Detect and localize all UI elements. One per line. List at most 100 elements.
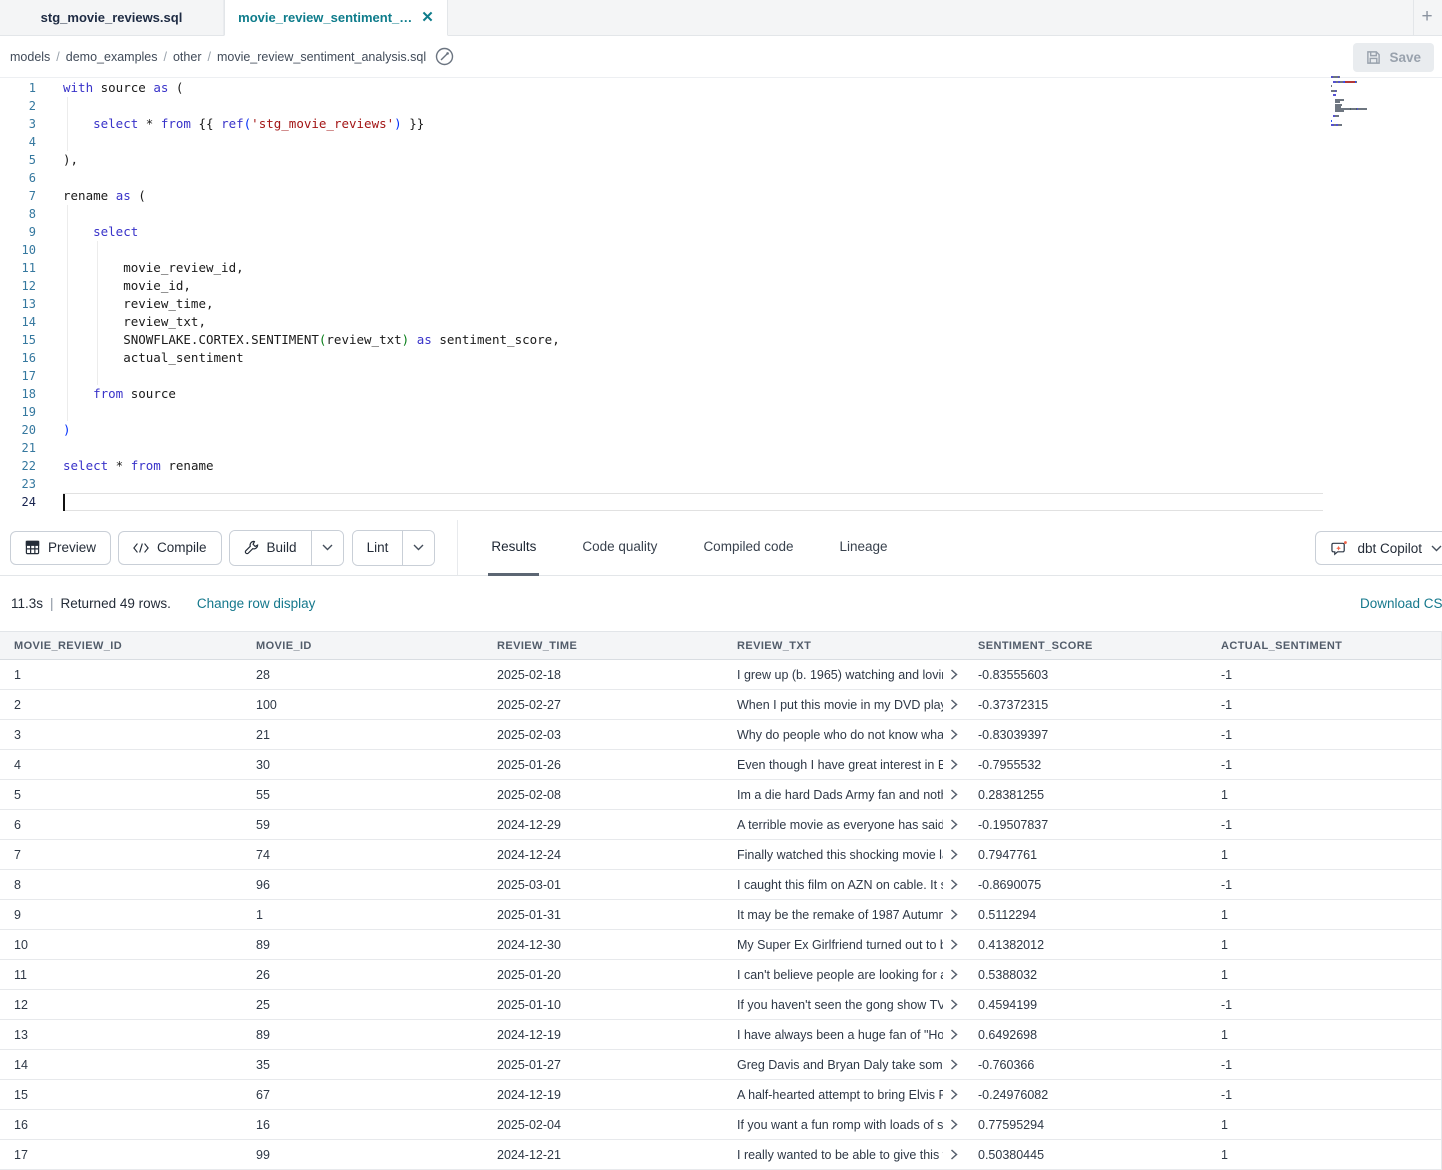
review-text-cell: A terrible movie as everyone has said. … (737, 818, 958, 832)
table-row: 4302025-01-26Even though I have great in… (0, 750, 1441, 780)
table-cell: -1 (1207, 870, 1441, 900)
code-token: 'stg_movie_reviews' (251, 116, 394, 131)
wrench-icon (244, 540, 259, 555)
column-header[interactable]: MOVIE_REVIEW_ID (0, 631, 242, 660)
sql-editor[interactable]: 1with source as (23 select * from {{ ref… (0, 78, 1442, 520)
results-pane-tab[interactable]: Results (488, 520, 539, 576)
editor-minimap[interactable] (1331, 76, 1407, 131)
indent-guide (97, 331, 98, 349)
column-header[interactable]: MOVIE_ID (242, 631, 483, 660)
table-cell: 4 (0, 750, 242, 780)
code-line[interactable]: 8 (0, 205, 1442, 223)
build-button[interactable]: Build (230, 531, 311, 565)
expand-cell-button[interactable] (950, 669, 958, 680)
expand-cell-button[interactable] (950, 759, 958, 770)
preview-button[interactable]: Preview (10, 531, 111, 565)
column-header[interactable]: REVIEW_TXT (723, 631, 964, 660)
lint-button[interactable]: Lint (353, 531, 403, 565)
code-line[interactable]: 18 from source (0, 385, 1442, 403)
query-status-bar: 11.3s | Returned 49 rows. Change row dis… (0, 576, 1442, 631)
table-cell: 12 (0, 990, 242, 1020)
code-line-content (63, 241, 1323, 259)
table-cell: I caught this film on AZN on cable. It s… (723, 870, 964, 900)
new-tab-button[interactable]: + (1415, 5, 1439, 29)
table-cell: 10 (0, 930, 242, 960)
indent-guide (67, 223, 68, 241)
code-line[interactable]: 3 select * from {{ ref('stg_movie_review… (0, 115, 1442, 133)
code-token: review_txt, (63, 314, 206, 329)
code-line-content (63, 97, 1323, 115)
code-line[interactable]: 14 review_txt, (0, 313, 1442, 331)
expand-cell-button[interactable] (950, 879, 958, 890)
code-line[interactable]: 11 movie_review_id, (0, 259, 1442, 277)
column-header[interactable]: ACTUAL_SENTIMENT (1207, 631, 1441, 660)
code-token: from (161, 116, 191, 131)
file-tab[interactable]: movie_review_sentiment_…✕ (224, 0, 448, 36)
expand-cell-button[interactable] (950, 1089, 958, 1100)
table-cell: A half-hearted attempt to bring Elvis P… (723, 1080, 964, 1110)
table-cell: 0.77595294 (964, 1110, 1207, 1140)
table-cell: 1 (1207, 1110, 1441, 1140)
expand-cell-button[interactable] (950, 729, 958, 740)
build-dropdown-button[interactable] (311, 531, 343, 565)
code-line[interactable]: 10 (0, 241, 1442, 259)
expand-cell-button[interactable] (950, 909, 958, 920)
code-line[interactable]: 5), (0, 151, 1442, 169)
expand-cell-button[interactable] (950, 849, 958, 860)
code-line[interactable]: 16 actual_sentiment (0, 349, 1442, 367)
breadcrumb-segment[interactable]: models (10, 50, 50, 64)
code-line[interactable]: 2 (0, 97, 1442, 115)
code-line[interactable]: 17 (0, 367, 1442, 385)
indent-guide (67, 331, 68, 349)
breadcrumb-segment[interactable]: movie_review_sentiment_analysis.sql (217, 50, 426, 64)
expand-cell-button[interactable] (950, 699, 958, 710)
model-health-icon[interactable] (435, 47, 454, 66)
expand-cell-button[interactable] (950, 1119, 958, 1130)
expand-cell-button[interactable] (950, 969, 958, 980)
change-row-display-link[interactable]: Change row display (197, 596, 316, 611)
close-tab-icon[interactable]: ✕ (421, 10, 434, 25)
code-line[interactable]: 21 (0, 439, 1442, 457)
breadcrumb-segment[interactable]: other (173, 50, 202, 64)
expand-cell-button[interactable] (950, 1059, 958, 1070)
table-cell: 74 (242, 840, 483, 870)
dbt-copilot-button[interactable]: dbt Copilot (1315, 531, 1442, 565)
file-tab[interactable]: stg_movie_reviews.sql (0, 0, 224, 35)
indent-guide (67, 367, 68, 385)
expand-cell-button[interactable] (950, 1029, 958, 1040)
expand-cell-button[interactable] (950, 1149, 958, 1160)
review-text: My Super Ex Girlfriend turned out to b… (737, 938, 943, 952)
results-pane-tab[interactable]: Lineage (837, 520, 891, 576)
expand-cell-button[interactable] (950, 939, 958, 950)
code-line[interactable]: 6 (0, 169, 1442, 187)
code-line[interactable]: 23 (0, 475, 1442, 493)
compile-button[interactable]: Compile (118, 531, 222, 565)
code-line[interactable]: 12 movie_id, (0, 277, 1442, 295)
code-line[interactable]: 15 SNOWFLAKE.CORTEX.SENTIMENT(review_txt… (0, 331, 1442, 349)
expand-cell-button[interactable] (950, 819, 958, 830)
review-text: It may be the remake of 1987 Autumn'… (737, 908, 943, 922)
line-number: 7 (0, 187, 36, 205)
table-cell: 96 (242, 870, 483, 900)
code-line[interactable]: 7rename as ( (0, 187, 1442, 205)
save-button[interactable]: Save (1353, 43, 1434, 72)
results-pane-tab[interactable]: Code quality (579, 520, 660, 576)
table-row: 16162025-02-04If you want a fun romp wit… (0, 1110, 1441, 1140)
results-pane-tab[interactable]: Compiled code (700, 520, 796, 576)
code-line[interactable]: 1with source as ( (0, 79, 1442, 97)
code-line[interactable]: 20) (0, 421, 1442, 439)
expand-cell-button[interactable] (950, 999, 958, 1010)
expand-cell-button[interactable] (950, 789, 958, 800)
column-header[interactable]: REVIEW_TIME (483, 631, 723, 660)
code-line[interactable]: 13 review_time, (0, 295, 1442, 313)
code-line[interactable]: 9 select (0, 223, 1442, 241)
code-token: }} (402, 116, 425, 131)
table-cell: 2025-01-10 (483, 990, 723, 1020)
code-line[interactable]: 19 (0, 403, 1442, 421)
code-line[interactable]: 4 (0, 133, 1442, 151)
breadcrumb-segment[interactable]: demo_examples (66, 50, 158, 64)
lint-dropdown-button[interactable] (402, 531, 434, 565)
code-line[interactable]: 22select * from rename (0, 457, 1442, 475)
download-csv-link[interactable]: Download CSV (1360, 596, 1442, 611)
column-header[interactable]: SENTIMENT_SCORE (964, 631, 1207, 660)
